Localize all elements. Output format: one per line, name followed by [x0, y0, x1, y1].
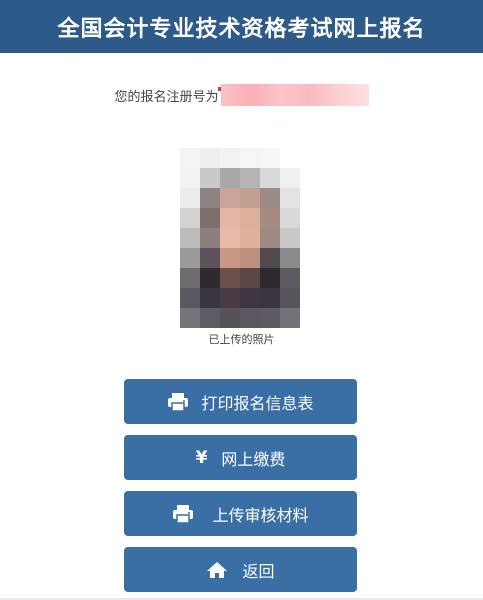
photo-pixel [240, 248, 260, 268]
print-info-button[interactable]: 打印报名信息表 [124, 379, 357, 424]
photo-pixel [220, 208, 240, 228]
photo-pixel [260, 188, 280, 208]
photo-pixel [300, 228, 320, 248]
photo-pixel [160, 268, 180, 288]
registration-label: 您的报名注册号为 [114, 89, 219, 105]
photo-pixel [180, 148, 200, 168]
pay-online-button[interactable]: ¥ 网上缴费 [124, 435, 357, 480]
photo-pixel [220, 308, 240, 328]
photo-pixel [280, 208, 300, 228]
pay-online-label: 网上缴费 [221, 449, 286, 469]
photo-pixel [180, 308, 200, 328]
photo-pixel [160, 248, 180, 268]
photo-pixel [240, 188, 260, 208]
photo-pixel [260, 228, 280, 248]
page-header: 全国会计专业技术资格考试网上报名 [0, 0, 483, 53]
photo-pixel [160, 168, 180, 188]
photo-pixel [280, 148, 300, 168]
photo-pixel [260, 208, 280, 228]
photo-pixel [180, 288, 200, 308]
photo-pixel [220, 268, 240, 288]
photo-pixel [220, 148, 240, 168]
back-label: 返回 [242, 561, 275, 581]
photo-pixel [280, 188, 300, 208]
photo-pixel [300, 148, 320, 168]
photo-pixel [240, 168, 260, 188]
photo-pixel [300, 168, 320, 188]
photo-pixel [280, 228, 300, 248]
printer-icon [172, 504, 194, 524]
yen-icon: ¥ [195, 447, 208, 468]
registration-row: 您的报名注册号为 [0, 84, 483, 106]
registration-number-redacted [217, 84, 369, 106]
photo-pixel [220, 248, 240, 268]
photo-pixel [160, 288, 180, 308]
photo-pixel [180, 248, 200, 268]
photo-pixel [300, 288, 320, 308]
photo-pixel [260, 288, 280, 308]
photo-pixel [180, 268, 200, 288]
photo-pixel [280, 288, 300, 308]
photo-pixel [160, 148, 180, 168]
photo-pixel [260, 248, 280, 268]
photo-pixel [220, 168, 240, 188]
photo-pixel [300, 248, 320, 268]
photo-pixel [180, 168, 200, 188]
photo-pixel [260, 268, 280, 288]
photo-pixel [200, 268, 220, 288]
photo-pixel [220, 188, 240, 208]
photo-pixel [200, 188, 220, 208]
photo-pixel [220, 228, 240, 248]
photo-pixel [200, 148, 220, 168]
photo-pixel [200, 168, 220, 188]
photo-pixel [220, 288, 240, 308]
photo-caption: 已上传的照片 [208, 333, 275, 346]
photo-pixel [280, 268, 300, 288]
photo-pixel [240, 288, 260, 308]
photo-pixel [200, 248, 220, 268]
photo-pixel [160, 208, 180, 228]
photo-pixel [240, 268, 260, 288]
home-icon [206, 561, 228, 579]
photo-pixel [200, 288, 220, 308]
back-button[interactable]: 返回 [124, 547, 357, 592]
page-title: 全国会计专业技术资格考试网上报名 [57, 16, 426, 42]
photo-pixel [300, 188, 320, 208]
photo-pixel [300, 308, 320, 328]
printer-icon [167, 392, 189, 412]
photo-pixel [280, 168, 300, 188]
upload-materials-label: 上传审核材料 [212, 505, 309, 525]
print-info-label: 打印报名信息表 [201, 393, 314, 413]
photo-pixel [160, 188, 180, 208]
photo-pixel [180, 228, 200, 248]
photo-pixel [240, 148, 260, 168]
upload-materials-button[interactable]: 上传审核材料 [124, 491, 357, 536]
photo-pixel [240, 228, 260, 248]
photo-pixel [200, 208, 220, 228]
photo-pixel [200, 308, 220, 328]
photo-pixel [300, 268, 320, 288]
photo-pixel [300, 208, 320, 228]
photo-pixel [260, 148, 280, 168]
photo-pixel [260, 168, 280, 188]
photo-pixel [160, 228, 180, 248]
uploaded-photo [160, 148, 320, 328]
photo-pixel [240, 208, 260, 228]
photo-pixel [280, 308, 300, 328]
photo-pixel [160, 308, 180, 328]
photo-pixel [180, 208, 200, 228]
photo-pixel [240, 308, 260, 328]
photo-pixel [260, 308, 280, 328]
photo-pixel [200, 228, 220, 248]
photo-pixel [180, 188, 200, 208]
photo-pixel [280, 248, 300, 268]
